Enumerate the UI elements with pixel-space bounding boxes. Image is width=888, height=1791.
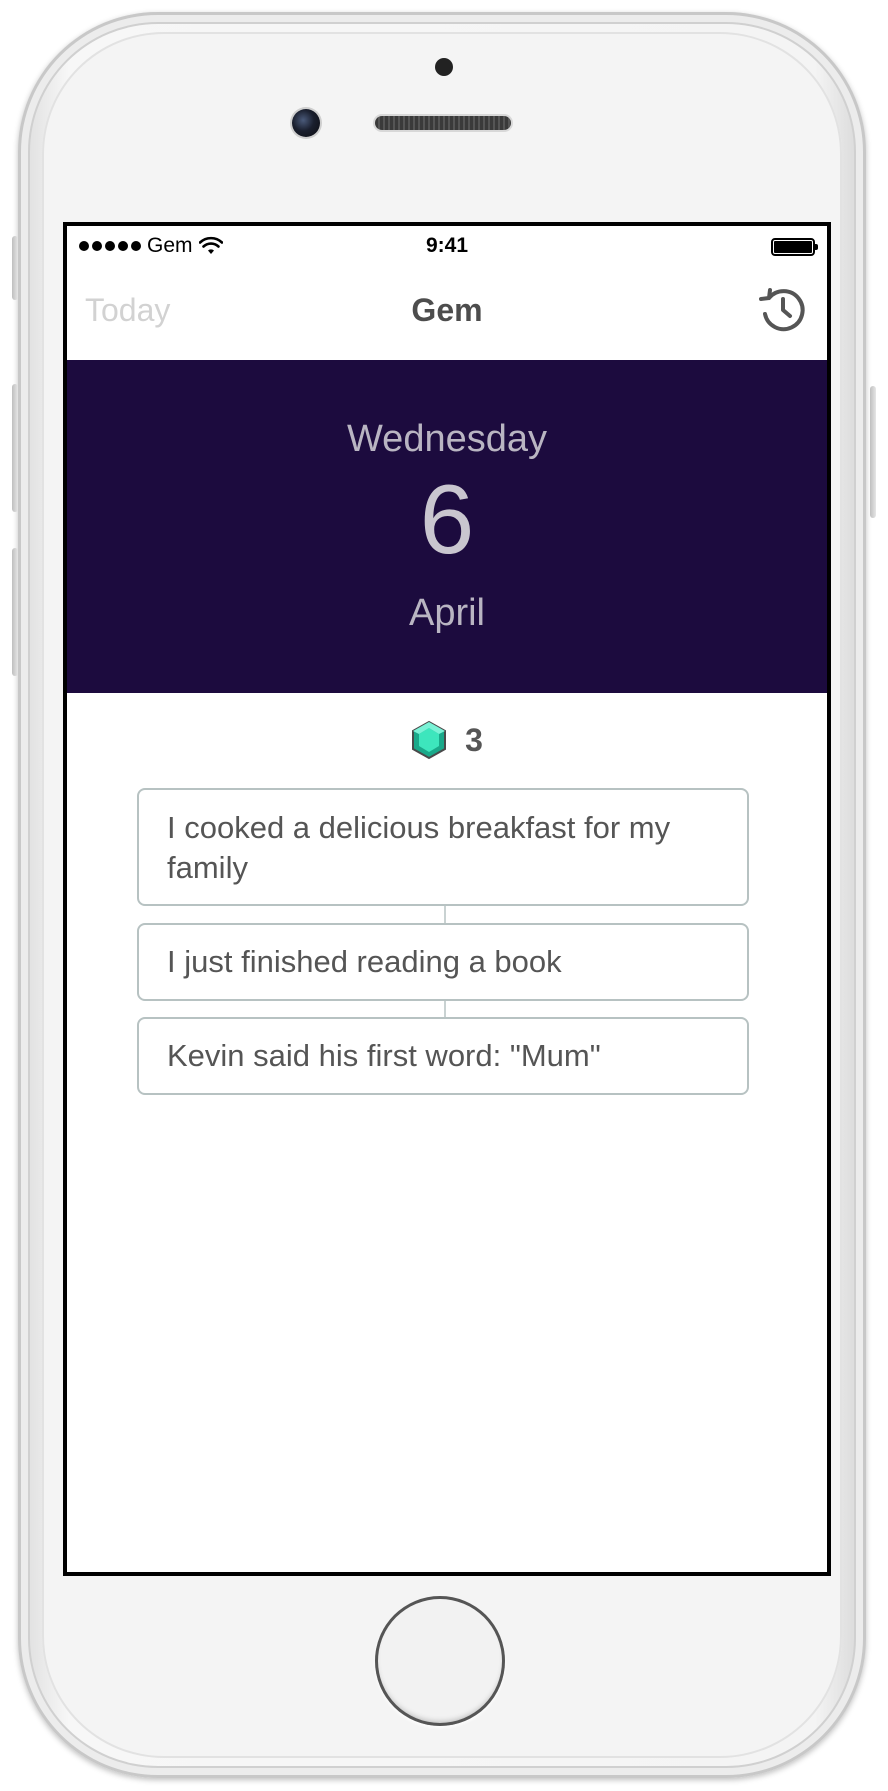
entry-card[interactable]: I just finished reading a book [137, 923, 749, 1001]
power-button [870, 386, 876, 518]
mute-switch [12, 236, 18, 300]
entry-connector [444, 906, 446, 923]
earpiece-speaker [375, 116, 511, 130]
volume-down-button [12, 548, 18, 676]
app-screen: Gem 9:41 Today Gem Wednesday 6 April 3 I… [63, 222, 831, 1576]
entry-list: I cooked a delicious breakfast for my fa… [67, 226, 827, 1572]
proximity-sensor [435, 58, 453, 76]
entry-card[interactable]: Kevin said his first word: "Mum" [137, 1017, 749, 1095]
volume-up-button [12, 384, 18, 512]
home-button[interactable] [375, 1596, 505, 1726]
entry-card[interactable]: I cooked a delicious breakfast for my fa… [137, 788, 749, 906]
front-camera [292, 109, 320, 137]
entry-connector [444, 1001, 446, 1017]
